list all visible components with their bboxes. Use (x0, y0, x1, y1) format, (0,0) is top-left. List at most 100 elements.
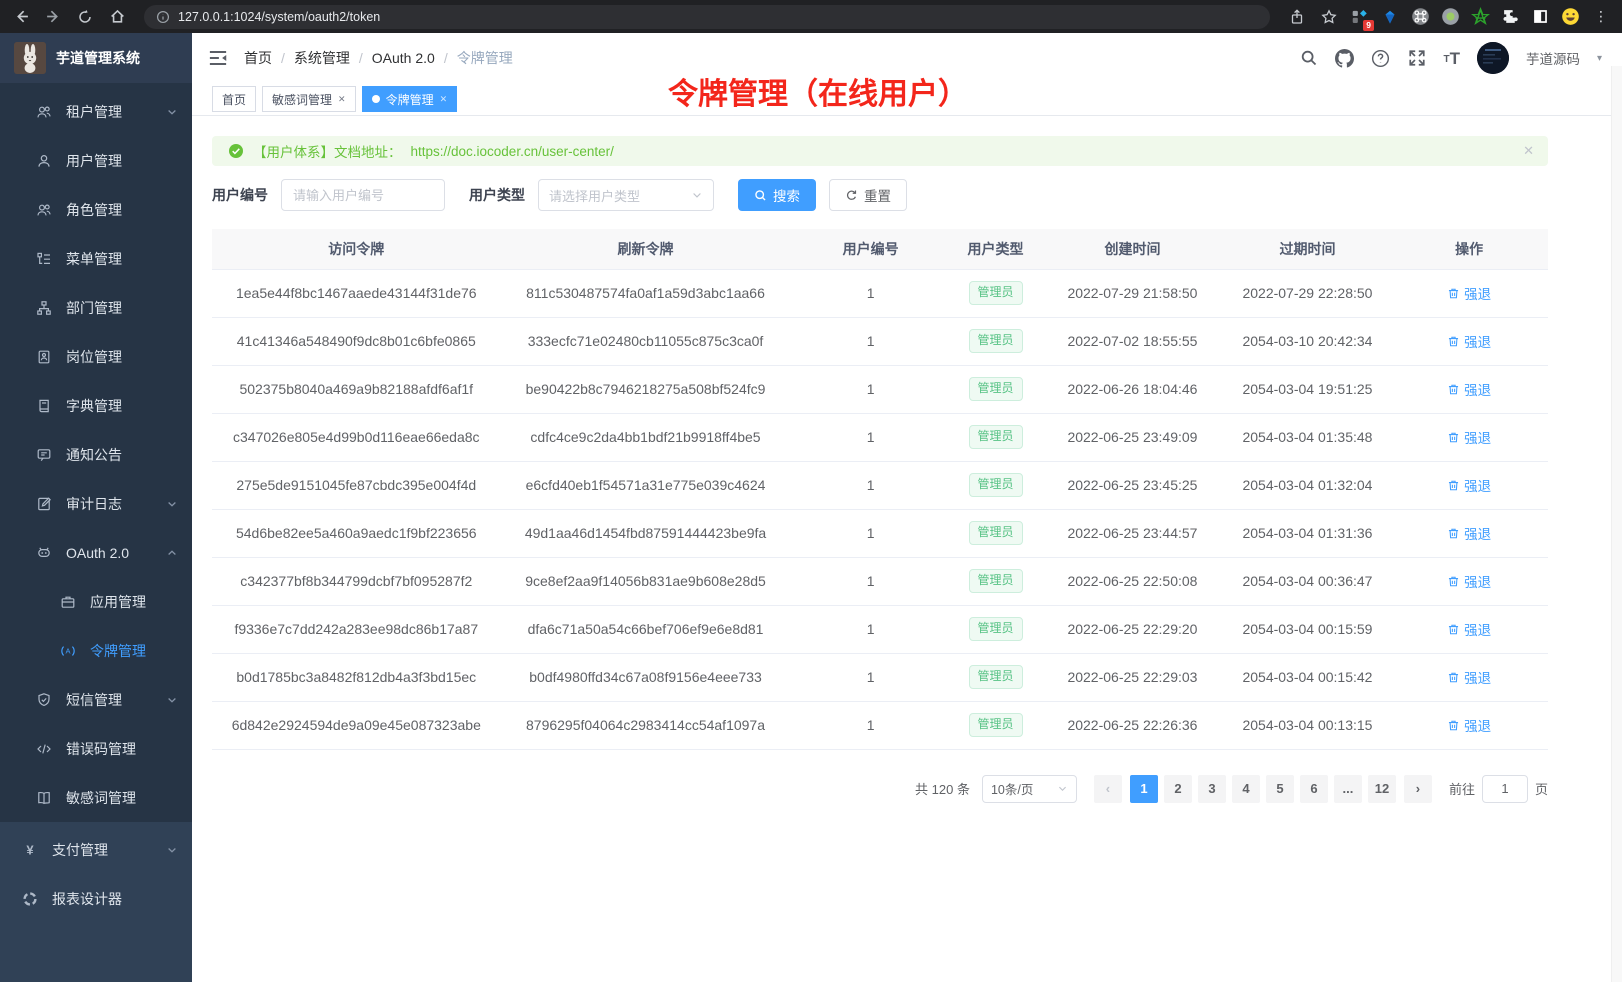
sidebar-item-字典管理[interactable]: 字典管理 (0, 381, 192, 430)
chevron-down-icon (166, 106, 178, 118)
cell-user-id: 1 (790, 269, 950, 317)
page-button-2[interactable]: 2 (1164, 775, 1192, 803)
chevron-down-icon (691, 189, 703, 201)
log-icon (36, 496, 52, 512)
sidebar-item-label: 字典管理 (66, 396, 178, 416)
page-button-5[interactable]: 5 (1266, 775, 1294, 803)
extension-window-icon[interactable] (1530, 7, 1550, 27)
browser-home-icon[interactable] (106, 6, 128, 28)
cell-refresh-token: 8796295f04064c2983414cc54af1097a (501, 701, 791, 749)
sidebar-logo[interactable]: 芋道管理系统 (0, 33, 192, 83)
sidebar-item-报表设计器[interactable]: 报表设计器 (0, 874, 192, 923)
alert-doc-link[interactable]: https://doc.iocoder.cn/user-center/ (411, 144, 614, 159)
extension-emoji-icon[interactable] (1560, 7, 1580, 27)
github-icon[interactable] (1335, 49, 1354, 68)
reset-button[interactable]: 重置 (829, 179, 907, 211)
sidebar-item-通知公告[interactable]: 通知公告 (0, 430, 192, 479)
tab-敏感词管理[interactable]: 敏感词管理✕ (262, 86, 356, 112)
breadcrumb-system[interactable]: 系统管理 (294, 48, 350, 68)
force-logout-button[interactable]: 强退 (1447, 667, 1491, 687)
browser-scrollbar[interactable] (1611, 66, 1622, 982)
sidebar-item-令牌管理[interactable]: A令牌管理 (0, 626, 192, 675)
search-button[interactable]: 搜索 (738, 179, 816, 211)
breadcrumb-oauth[interactable]: OAuth 2.0 (372, 50, 435, 66)
sidebar-item-用户管理[interactable]: 用户管理 (0, 136, 192, 185)
sidebar-item-敏感词管理[interactable]: 敏感词管理 (0, 773, 192, 822)
tab-首页[interactable]: 首页 (212, 86, 256, 112)
sidebar-item-岗位管理[interactable]: 岗位管理 (0, 332, 192, 381)
page-ellipsis-button[interactable]: ... (1334, 775, 1362, 803)
browser-menu-icon[interactable]: ⋮ (1590, 8, 1612, 25)
force-logout-button[interactable]: 强退 (1447, 427, 1491, 447)
browser-back-icon[interactable] (10, 6, 32, 28)
sidebar-item-部门管理[interactable]: 部门管理 (0, 283, 192, 332)
page-size-select[interactable]: 10条/页 (982, 775, 1077, 803)
force-logout-button[interactable]: 强退 (1447, 715, 1491, 735)
sidebar-item-OAuth 2.0[interactable]: OAuth 2.0 (0, 528, 192, 577)
user-dropdown-caret-icon[interactable]: ▾ (1597, 53, 1602, 64)
cell-refresh-token: e6cfd40eb1f54571a31e775e039c4624 (501, 461, 791, 509)
user-name[interactable]: 芋道源码 (1526, 48, 1580, 68)
force-logout-button[interactable]: 强退 (1447, 475, 1491, 495)
cell-create-time: 2022-06-25 22:50:08 (1040, 557, 1224, 605)
cell-create-time: 2022-07-29 21:58:50 (1040, 269, 1224, 317)
breadcrumb-home[interactable]: 首页 (244, 48, 272, 68)
next-page-button[interactable]: › (1404, 775, 1432, 803)
extension-star-icon[interactable] (1470, 7, 1490, 27)
fullscreen-icon[interactable] (1407, 49, 1426, 68)
sidebar-item-label: 租户管理 (66, 102, 166, 122)
user-id-input[interactable] (281, 179, 445, 211)
sidebar-item-错误码管理[interactable]: 错误码管理 (0, 724, 192, 773)
browser-forward-icon[interactable] (42, 6, 64, 28)
site-info-icon[interactable] (156, 10, 170, 24)
sidebar-item-应用管理[interactable]: 应用管理 (0, 577, 192, 626)
user-type-select[interactable]: 请选择用户类型 (538, 179, 714, 211)
force-logout-button[interactable]: 强退 (1447, 619, 1491, 639)
cell-refresh-token: b0df4980ffd34c67a08f9156e4eee733 (501, 653, 791, 701)
bookmark-star-icon[interactable] (1318, 6, 1340, 28)
trash-icon (1447, 431, 1460, 444)
extension-dot-icon[interactable] (1440, 7, 1460, 27)
sidebar-item-租户管理[interactable]: 租户管理 (0, 87, 192, 136)
extension-puzzle-icon[interactable] (1500, 7, 1520, 27)
alert-close-icon[interactable]: ✕ (1523, 143, 1534, 159)
page-button-12[interactable]: 12 (1368, 775, 1396, 803)
page-button-6[interactable]: 6 (1300, 775, 1328, 803)
browser-reload-icon[interactable] (74, 6, 96, 28)
sidebar-item-审计日志[interactable]: 审计日志 (0, 479, 192, 528)
goto-page-input[interactable] (1482, 775, 1528, 803)
font-size-icon[interactable]: TT (1443, 50, 1460, 67)
sidebar-item-菜单管理[interactable]: 菜单管理 (0, 234, 192, 283)
tab-close-icon[interactable]: ✕ (338, 95, 346, 104)
tab-令牌管理[interactable]: 令牌管理✕ (362, 86, 458, 112)
page-button-3[interactable]: 3 (1198, 775, 1226, 803)
page-button-4[interactable]: 4 (1232, 775, 1260, 803)
force-logout-label: 强退 (1464, 571, 1491, 591)
force-logout-button[interactable]: 强退 (1447, 331, 1491, 351)
collapse-sidebar-icon[interactable] (208, 48, 228, 68)
user-avatar[interactable] (1477, 42, 1509, 74)
share-icon[interactable] (1286, 6, 1308, 28)
cell-expire-time: 2054-03-04 00:36:47 (1225, 557, 1391, 605)
search-icon[interactable] (1299, 49, 1318, 68)
extension-grid-icon[interactable]: 9 (1350, 7, 1370, 27)
cell-user-id: 1 (790, 509, 950, 557)
sidebar-item-角色管理[interactable]: 角色管理 (0, 185, 192, 234)
col-access-token: 访问令牌 (212, 229, 501, 269)
cell-expire-time: 2054-03-04 19:51:25 (1225, 365, 1391, 413)
force-logout-button[interactable]: 强退 (1447, 571, 1491, 591)
page-button-1[interactable]: 1 (1130, 775, 1158, 803)
force-logout-button[interactable]: 强退 (1447, 283, 1491, 303)
browser-address-bar[interactable]: 127.0.0.1:1024/system/oauth2/token (144, 5, 1270, 29)
sidebar-item-支付管理[interactable]: ¥支付管理 (0, 825, 192, 874)
tab-close-icon[interactable]: ✕ (440, 95, 448, 104)
help-icon[interactable] (1371, 49, 1390, 68)
prev-page-button[interactable]: ‹ (1094, 775, 1122, 803)
goto-page: 前往 页 (1449, 775, 1548, 803)
extension-gem-icon[interactable] (1380, 7, 1400, 27)
sidebar-item-短信管理[interactable]: 短信管理 (0, 675, 192, 724)
refresh-icon (845, 189, 858, 202)
force-logout-button[interactable]: 强退 (1447, 523, 1491, 543)
extension-command-icon[interactable] (1410, 7, 1430, 27)
force-logout-button[interactable]: 强退 (1447, 379, 1491, 399)
